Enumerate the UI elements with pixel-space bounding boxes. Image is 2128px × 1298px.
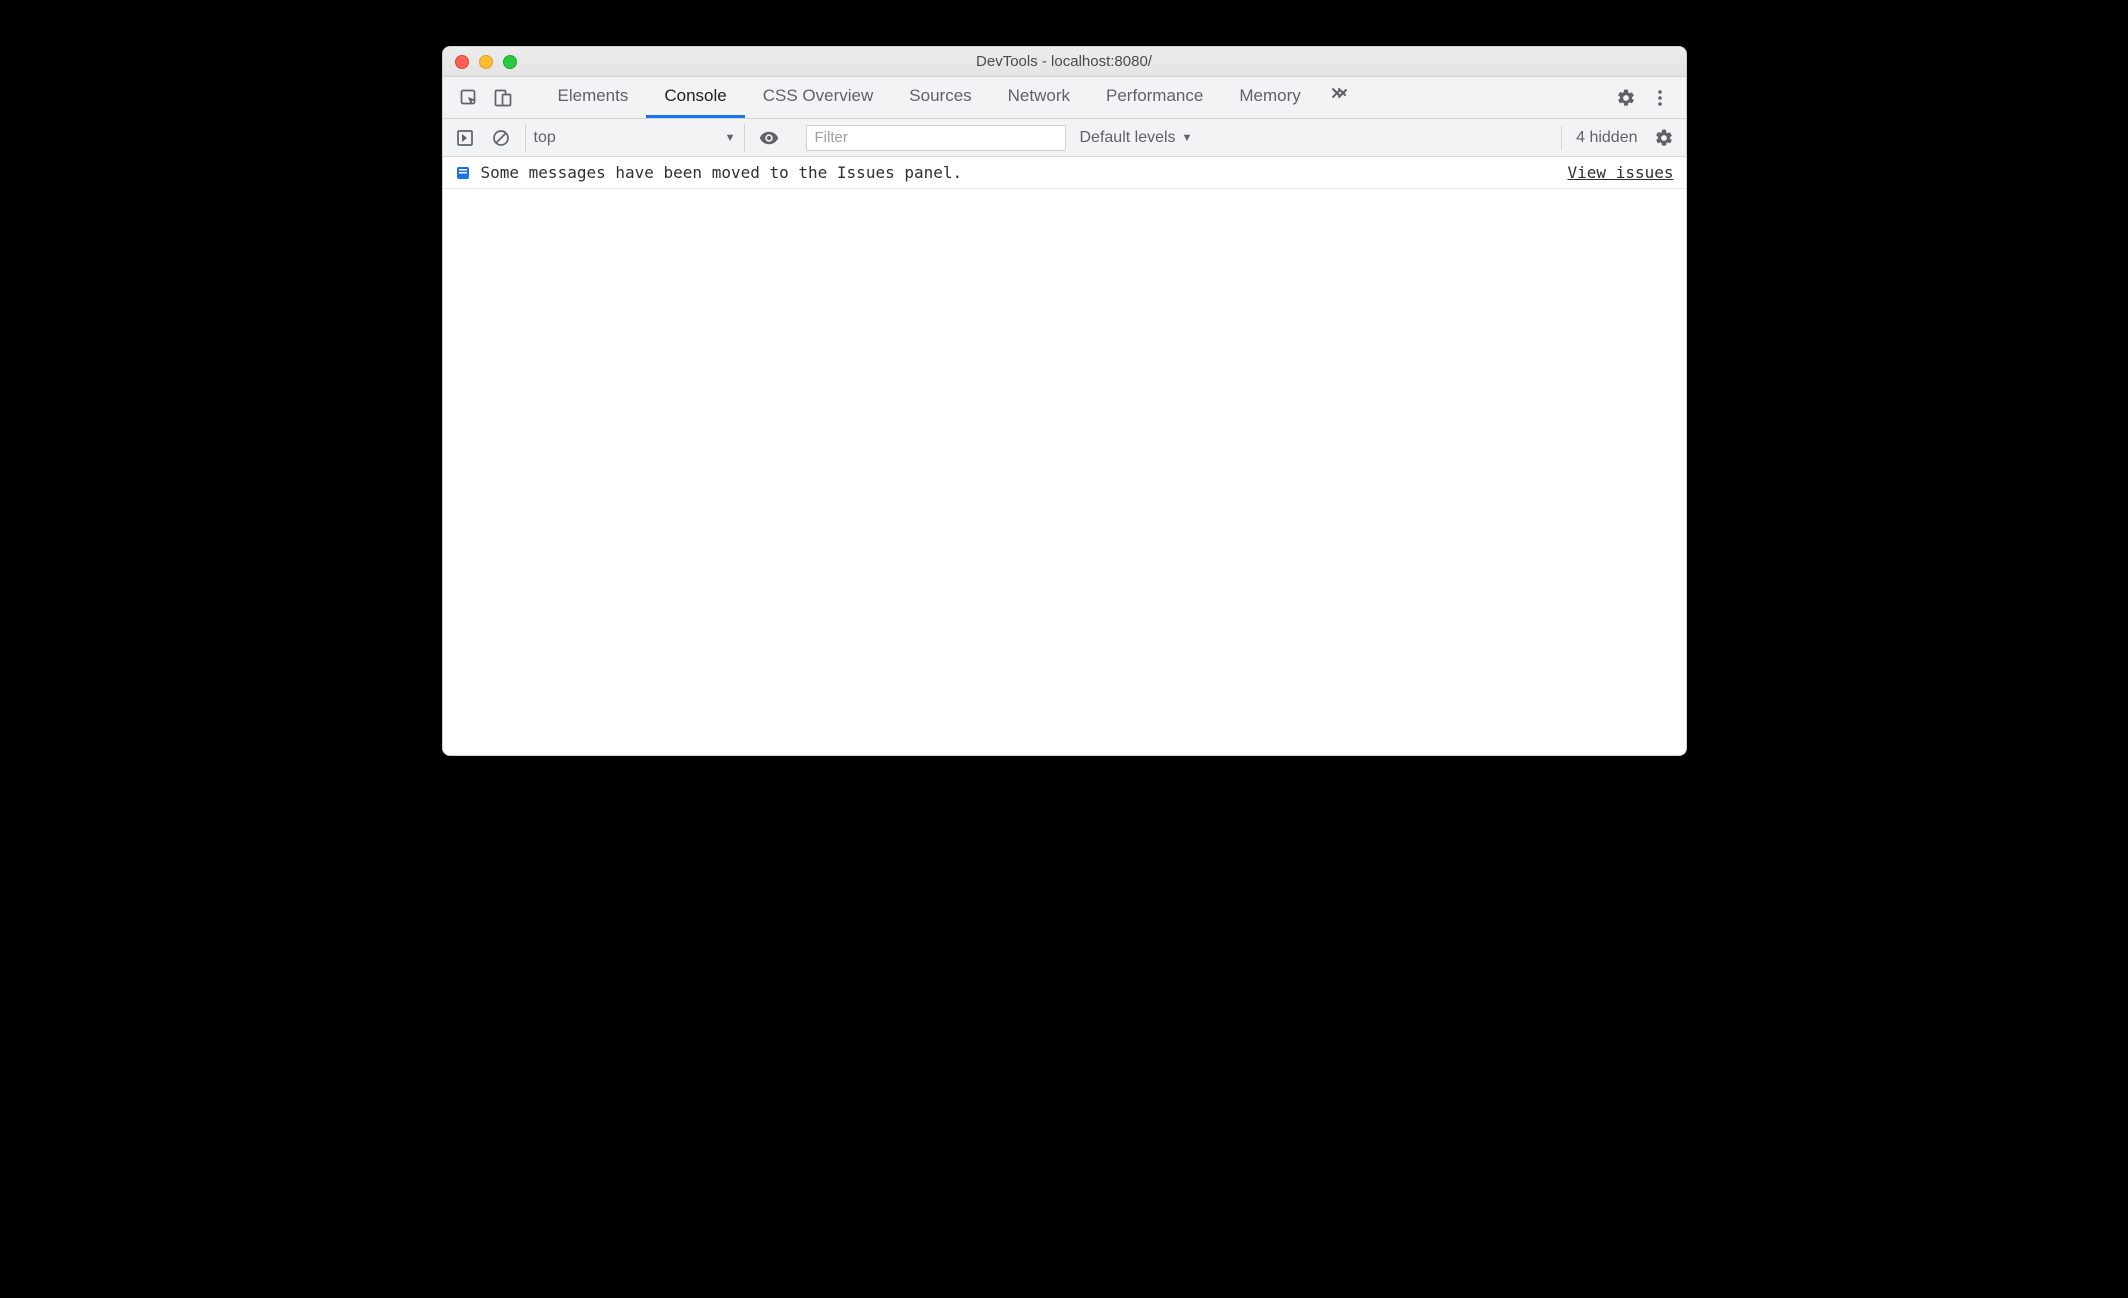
chevron-down-icon: ▼ <box>1182 132 1193 144</box>
tab-console[interactable]: Console <box>646 77 744 118</box>
issues-banner: Some messages have been moved to the Iss… <box>443 157 1686 189</box>
more-tabs-icon[interactable] <box>1319 77 1359 109</box>
chevron-down-icon: ▼ <box>725 132 736 144</box>
execution-context-select[interactable]: top ▼ <box>525 124 745 152</box>
window-title: DevTools - localhost:8080/ <box>976 53 1152 70</box>
settings-icon[interactable] <box>1610 82 1642 114</box>
tab-performance[interactable]: Performance <box>1088 77 1221 118</box>
panel-tabstrip: Elements Console CSS Overview Sources Ne… <box>443 77 1686 119</box>
console-settings-icon[interactable] <box>1648 122 1680 154</box>
console-toolbar: top ▼ Default levels ▼ 4 hidden <box>443 119 1686 157</box>
issues-icon <box>455 165 471 181</box>
devtools-window: DevTools - localhost:8080/ Elements Cons… <box>442 46 1687 756</box>
device-toolbar-icon[interactable] <box>487 82 519 114</box>
tab-memory[interactable]: Memory <box>1221 77 1318 118</box>
levels-value: Default levels <box>1080 129 1176 147</box>
console-output[interactable] <box>443 189 1686 755</box>
tab-css-overview[interactable]: CSS Overview <box>745 77 892 118</box>
filter-input[interactable] <box>806 125 1066 151</box>
minimize-window-button[interactable] <box>479 55 493 69</box>
inspect-element-icon[interactable] <box>453 82 485 114</box>
traffic-lights <box>455 55 517 69</box>
context-value: top <box>534 129 556 147</box>
issues-banner-text: Some messages have been moved to the Iss… <box>481 163 963 182</box>
panel-tabs: Elements Console CSS Overview Sources Ne… <box>540 77 1359 118</box>
live-expression-icon[interactable] <box>753 122 785 154</box>
tab-sources[interactable]: Sources <box>891 77 989 118</box>
tab-network[interactable]: Network <box>990 77 1088 118</box>
kebab-menu-icon[interactable] <box>1644 82 1676 114</box>
toggle-sidebar-icon[interactable] <box>449 122 481 154</box>
close-window-button[interactable] <box>455 55 469 69</box>
view-issues-link[interactable]: View issues <box>1568 163 1674 182</box>
zoom-window-button[interactable] <box>503 55 517 69</box>
window-titlebar: DevTools - localhost:8080/ <box>443 47 1686 77</box>
clear-console-icon[interactable] <box>485 122 517 154</box>
hidden-messages-count[interactable]: 4 hidden <box>1561 126 1643 150</box>
log-levels-select[interactable]: Default levels ▼ <box>1070 124 1203 152</box>
tab-elements[interactable]: Elements <box>540 77 647 118</box>
